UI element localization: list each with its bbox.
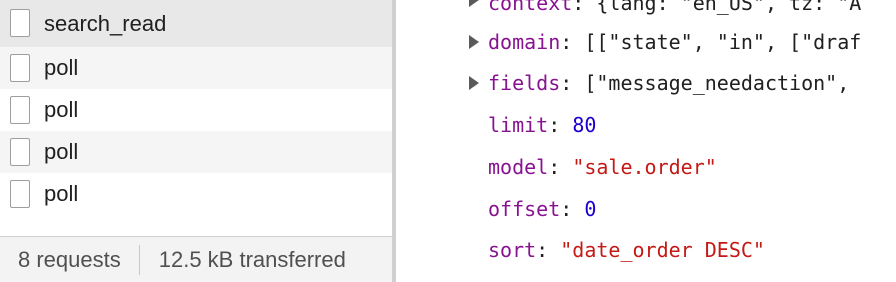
payload-prop-model: model: "sale.order" bbox=[488, 155, 717, 179]
payload-tree: context: {lang: "en_US", tz: "A domain: … bbox=[396, 0, 896, 282]
request-name: search_read bbox=[44, 10, 167, 36]
request-row-poll[interactable]: poll bbox=[0, 131, 392, 173]
request-row-poll[interactable]: poll bbox=[0, 173, 392, 215]
request-name: poll bbox=[44, 97, 79, 122]
request-name: poll bbox=[44, 181, 79, 206]
transferred-size: 12.5 kB transferred bbox=[158, 246, 346, 272]
payload-prop-context[interactable]: context: {lang: "en_US", tz: "A bbox=[488, 0, 861, 13]
payload-prop-offset: offset: 0 bbox=[488, 197, 597, 221]
network-request-panel: search_read poll poll poll poll 8 reques… bbox=[0, 0, 392, 282]
status-divider bbox=[138, 244, 140, 275]
file-icon bbox=[10, 9, 30, 37]
request-row-search-read[interactable]: search_read bbox=[0, 0, 392, 47]
triangle-right-icon[interactable] bbox=[469, 0, 479, 7]
network-status-bar: 8 requests 12.5 kB transferred bbox=[0, 236, 392, 282]
payload-prop-sort: sort: "date_order DESC" bbox=[488, 238, 765, 262]
file-icon bbox=[10, 180, 30, 208]
request-name: poll bbox=[44, 139, 79, 164]
request-list: search_read poll poll poll poll bbox=[0, 0, 392, 215]
request-row-poll[interactable]: poll bbox=[0, 89, 392, 131]
request-name: poll bbox=[44, 55, 79, 80]
request-row-poll[interactable]: poll bbox=[0, 47, 392, 89]
file-icon bbox=[10, 54, 30, 82]
payload-prop-limit: limit: 80 bbox=[488, 113, 597, 137]
file-icon bbox=[10, 96, 30, 124]
triangle-right-icon[interactable] bbox=[469, 35, 479, 49]
payload-prop-fields[interactable]: fields: ["message_needaction", bbox=[488, 73, 849, 93]
payload-prop-domain[interactable]: domain: [["state", "in", ["draf bbox=[488, 32, 861, 52]
file-icon bbox=[10, 138, 30, 166]
triangle-right-icon[interactable] bbox=[469, 76, 479, 90]
request-count: 8 requests bbox=[18, 246, 121, 272]
